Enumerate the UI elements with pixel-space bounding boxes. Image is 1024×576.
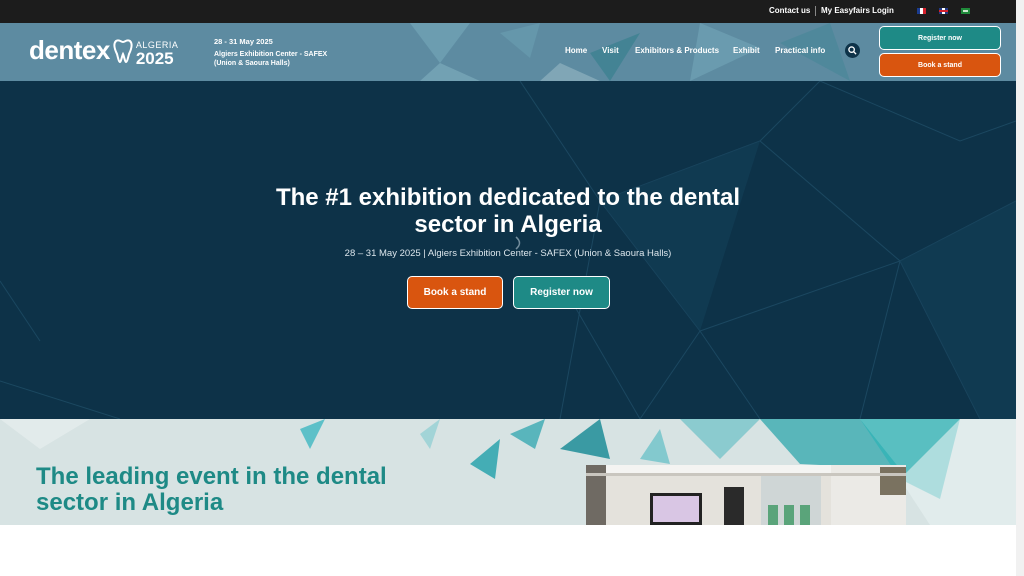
- arabic-flag-icon[interactable]: [961, 8, 970, 14]
- nav-exhibit[interactable]: Exhibit: [733, 46, 760, 55]
- search-icon: [848, 46, 857, 55]
- exhibition-scene: [586, 465, 906, 525]
- hero-banner: The #1 exhibition dedicated to the denta…: [0, 81, 1016, 419]
- tooth-icon: [113, 39, 133, 64]
- event-venue-line1: Algiers Exhibition Center - SAFEX: [214, 51, 328, 58]
- event-info: 28 - 31 May 2025 Algiers Exhibition Cent…: [214, 37, 364, 68]
- nav-practical-info[interactable]: Practical info: [775, 46, 825, 55]
- english-flag-icon[interactable]: [939, 8, 948, 14]
- contact-us-link[interactable]: Contact us: [769, 6, 810, 15]
- french-flag-icon[interactable]: [917, 8, 926, 14]
- easyfairs-login-link[interactable]: My Easyfairs Login: [821, 6, 894, 15]
- event-dates: 28 - 31 May 2025: [214, 37, 273, 46]
- logo-year: 2025: [135, 49, 174, 68]
- header-book-stand-button[interactable]: Book a stand: [879, 53, 1001, 77]
- topbar-divider: [815, 6, 816, 16]
- logo-wordmark: dentex: [29, 35, 110, 65]
- nav-home[interactable]: Home: [565, 46, 587, 55]
- hero-subtitle: 28 – 31 May 2025 | Algiers Exhibition Ce…: [344, 248, 672, 259]
- nav-visit[interactable]: Visit: [602, 46, 619, 55]
- hero-register-button[interactable]: Register now: [513, 276, 610, 309]
- top-utility-bar: Contact us My Easyfairs Login: [0, 0, 1016, 23]
- hero-book-stand-button[interactable]: Book a stand: [407, 276, 503, 309]
- event-venue-line2: (Union & Saoura Halls): [214, 60, 290, 67]
- search-button[interactable]: [845, 43, 860, 58]
- logo-edition: ALGERIA 2025: [136, 40, 179, 67]
- site-header: dentex ALGERIA 2025 28 - 31 May 2025 Alg…: [0, 23, 1016, 81]
- hero-title: The #1 exhibition dedicated to the denta…: [275, 184, 741, 238]
- intro-section: The leading event in the dental sector i…: [0, 419, 1016, 525]
- nav-exhibitors-products[interactable]: Exhibitors & Products: [635, 46, 719, 55]
- exhibition-photo: [586, 465, 906, 525]
- dentex-logo[interactable]: dentex ALGERIA 2025: [29, 35, 178, 67]
- page-scrollbar[interactable]: [1016, 0, 1024, 576]
- loading-spinner-icon: [515, 236, 521, 250]
- header-register-button[interactable]: Register now: [879, 26, 1001, 50]
- intro-title: The leading event in the dental sector i…: [36, 463, 387, 516]
